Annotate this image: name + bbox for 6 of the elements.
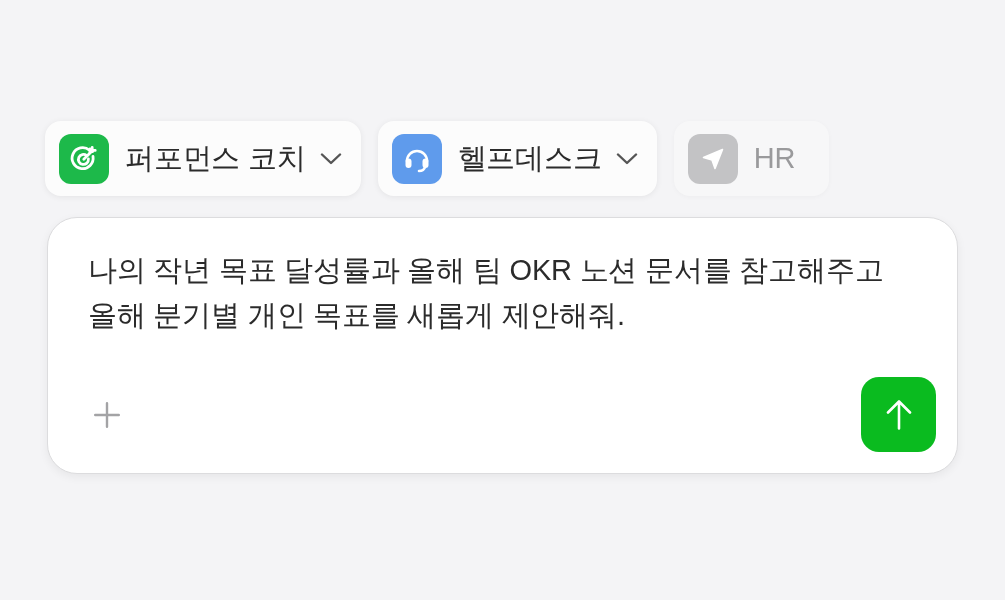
send-button[interactable]	[861, 377, 936, 452]
arrow-up-icon	[885, 399, 912, 430]
agent-tab[interactable]: 헬프데스크	[377, 121, 657, 196]
message-field[interactable]: 나의 작년 목표 달성률과 올해 팀 OKR 노션 문서를 참고해주고 올해 분기별 개인 목표를 새롭게 제안해줘.	[88, 248, 916, 338]
plus-icon	[94, 401, 120, 428]
agent-tab[interactable]: 퍼포먼스 코치	[45, 121, 361, 196]
